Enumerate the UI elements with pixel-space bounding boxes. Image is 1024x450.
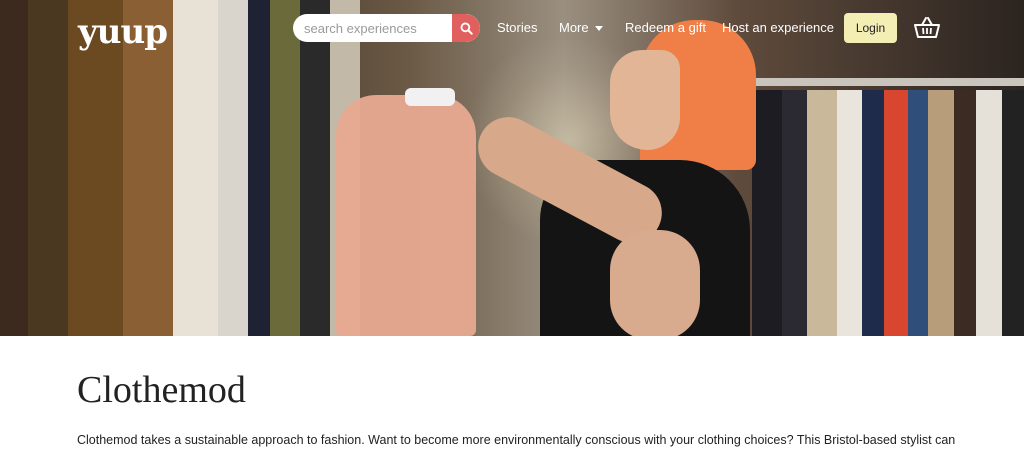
clothing-rack-right (752, 90, 1024, 336)
basket-icon[interactable] (914, 17, 940, 39)
pink-garment (336, 95, 476, 336)
nav-more-label: More (559, 20, 589, 35)
chevron-down-icon (594, 26, 603, 32)
nav-redeem-gift[interactable]: Redeem a gift (625, 20, 706, 35)
login-button[interactable]: Login (844, 13, 897, 43)
nav-host-experience[interactable]: Host an experience (722, 20, 834, 35)
search-bar (293, 14, 480, 42)
nav-more[interactable]: More (559, 20, 603, 35)
person-face (610, 50, 680, 150)
search-button[interactable] (452, 14, 480, 42)
logo[interactable]: yuup (78, 12, 168, 52)
page-title: Clothemod (77, 369, 246, 411)
clothing-rack-left (0, 0, 360, 336)
search-icon (460, 22, 473, 35)
nav-stories[interactable]: Stories (497, 20, 537, 35)
person-forearm (610, 230, 700, 336)
search-input[interactable] (293, 14, 453, 42)
clothing-rail (752, 78, 1024, 86)
page-description: Clothemod takes a sustainable approach t… (77, 433, 956, 447)
hanger (405, 88, 455, 106)
